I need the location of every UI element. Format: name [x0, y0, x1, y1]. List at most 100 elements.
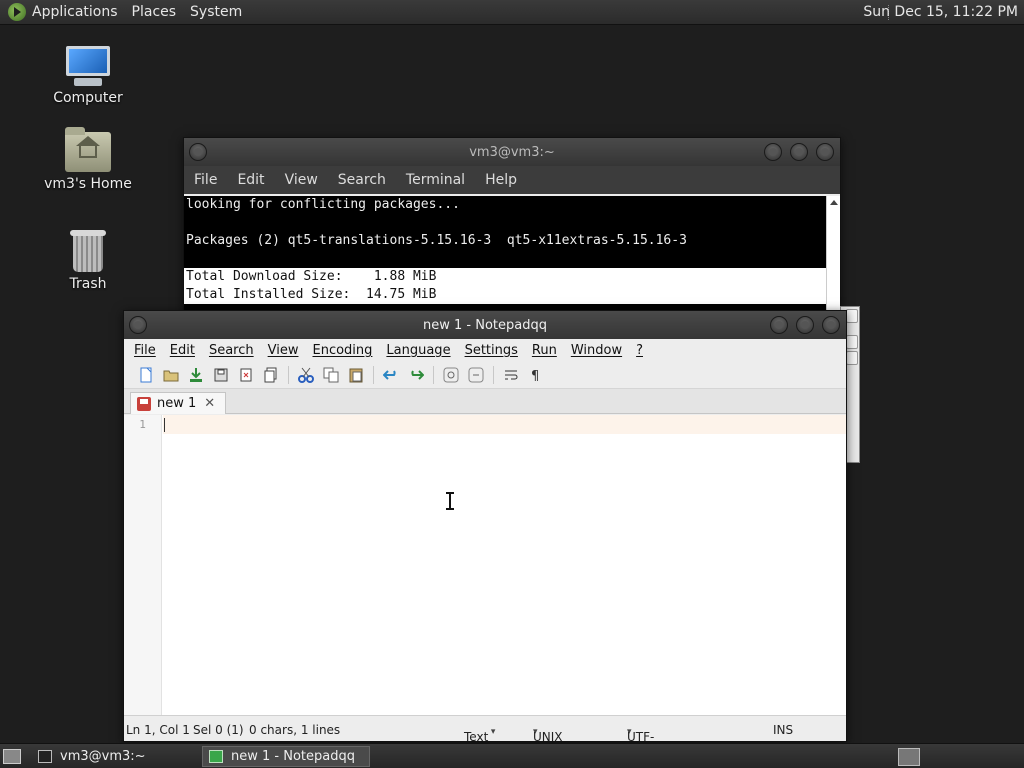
cut-icon[interactable]	[298, 367, 314, 383]
close-button[interactable]	[822, 316, 840, 334]
clock[interactable]: Sun Dec 15, 11:22 PM	[863, 4, 1018, 20]
notepadqq-icon	[209, 750, 223, 763]
menu-view[interactable]: View	[268, 343, 299, 358]
language-selector[interactable]: Text	[464, 723, 495, 744]
menu-search[interactable]: Search	[209, 343, 254, 358]
close-all-icon[interactable]	[263, 367, 279, 383]
taskbar-item-terminal[interactable]: vm3@vm3:~	[32, 746, 198, 767]
save-icon[interactable]	[188, 367, 204, 383]
terminal-window[interactable]: vm3@vm3:~ File Edit View Search Terminal…	[183, 137, 841, 313]
workspace-switcher[interactable]	[898, 748, 920, 766]
new-file-icon[interactable]	[138, 367, 154, 383]
distro-logo-icon[interactable]	[8, 3, 26, 21]
toolbar-separator	[288, 365, 289, 384]
paste-icon[interactable]	[348, 367, 364, 383]
desktop-icon-trash[interactable]: Trash	[38, 230, 138, 292]
menu-help[interactable]: ?	[636, 343, 643, 358]
terminal-menu-edit[interactable]: Edit	[237, 172, 264, 188]
terminal-menu-help[interactable]: Help	[485, 172, 517, 188]
status-selection: Sel 0 (1)	[193, 723, 244, 737]
home-folder-icon	[65, 127, 111, 172]
taskbar-item-notepadqq[interactable]: new 1 - Notepadqq	[202, 746, 370, 767]
terminal-menu-view[interactable]: View	[285, 172, 318, 188]
tab-close-icon[interactable]: ✕	[204, 396, 215, 411]
applications-menu[interactable]: Applications	[32, 4, 118, 20]
terminal-menu-file[interactable]: File	[194, 172, 217, 188]
tab-label: new 1	[157, 396, 197, 411]
terminal-title: vm3@vm3:~	[469, 144, 555, 160]
notepadqq-titlebar[interactable]: new 1 - Notepadqq	[124, 311, 846, 339]
desktop-icon-label: vm3's Home	[44, 176, 132, 192]
places-menu[interactable]: Places	[132, 4, 177, 20]
status-position: Ln 1, Col 1	[126, 723, 190, 737]
system-menu[interactable]: System	[190, 4, 242, 20]
scroll-down-icon[interactable]	[846, 351, 858, 365]
scroll-handle[interactable]	[846, 335, 858, 349]
zoom-out-icon[interactable]	[468, 367, 484, 383]
menu-settings[interactable]: Settings	[465, 343, 518, 358]
maximize-button[interactable]	[790, 143, 808, 161]
close-icon[interactable]	[238, 367, 254, 383]
word-wrap-icon[interactable]	[503, 367, 519, 383]
current-line-highlight	[163, 415, 846, 434]
maximize-button[interactable]	[796, 316, 814, 334]
terminal-line: looking for conflicting packages...	[186, 197, 460, 212]
top-panel: Applications Places System Sun Dec 15, 1…	[0, 0, 1024, 25]
menu-file[interactable]: File	[134, 343, 156, 358]
show-all-characters-icon[interactable]: ¶	[528, 367, 544, 383]
unsaved-file-icon	[137, 396, 151, 411]
terminal-line: Total Download Size: 1.88 MiB	[184, 268, 826, 286]
terminal-line: Packages (2) qt5-translations-5.15.16-3 …	[186, 233, 687, 248]
terminal-output[interactable]: looking for conflicting packages... Pack…	[184, 196, 826, 313]
encoding-selector[interactable]: UTF-8 w/o BOM	[627, 723, 654, 768]
taskbar-item-label: new 1 - Notepadqq	[231, 749, 355, 764]
terminal-icon	[38, 750, 52, 763]
undo-icon[interactable]	[383, 367, 399, 383]
window-menu-button[interactable]	[189, 143, 207, 161]
toolbar-separator	[493, 365, 494, 384]
status-bar: Ln 1, Col 1 Sel 0 (1) 0 chars, 1 lines T…	[124, 715, 846, 768]
status-counts: 0 chars, 1 lines	[249, 723, 341, 737]
bottom-panel: vm3@vm3:~ new 1 - Notepadqq	[0, 743, 1024, 768]
toolbar-separator	[433, 365, 434, 384]
open-file-icon[interactable]	[163, 367, 179, 383]
notepadqq-toolbar: ¶	[124, 361, 846, 389]
copy-icon[interactable]	[323, 367, 339, 383]
scroll-up-icon[interactable]	[846, 309, 858, 323]
minimize-button[interactable]	[770, 316, 788, 334]
eol-selector[interactable]: UNIX / OS X	[533, 723, 563, 768]
terminal-scrollbar[interactable]	[826, 196, 840, 313]
taskbar-item-label: vm3@vm3:~	[60, 749, 146, 764]
terminal-titlebar[interactable]: vm3@vm3:~	[184, 138, 840, 166]
save-all-icon[interactable]	[213, 367, 229, 383]
menu-window[interactable]: Window	[571, 343, 622, 358]
close-button[interactable]	[816, 143, 834, 161]
insert-mode-indicator[interactable]: INS	[773, 723, 793, 737]
menu-edit[interactable]: Edit	[170, 343, 195, 358]
show-desktop-icon[interactable]	[3, 749, 21, 764]
svg-text:¶: ¶	[531, 369, 539, 383]
minimize-button[interactable]	[764, 143, 782, 161]
menu-run[interactable]: Run	[532, 343, 557, 358]
menu-encoding[interactable]: Encoding	[312, 343, 372, 358]
notepadqq-window[interactable]: new 1 - Notepadqq File Edit Search View …	[123, 310, 847, 768]
computer-icon	[64, 46, 112, 86]
menu-language[interactable]: Language	[386, 343, 450, 358]
desktop-icon-home[interactable]: vm3's Home	[38, 127, 138, 192]
desktop-icon-computer[interactable]: Computer	[38, 46, 138, 106]
desktop-icon-label: Computer	[53, 90, 123, 106]
window-menu-button[interactable]	[129, 316, 147, 334]
terminal-line: Total Installed Size: 14.75 MiB	[184, 286, 826, 304]
zoom-in-icon[interactable]	[443, 367, 459, 383]
language-value: Text	[464, 730, 489, 744]
terminal-menu-terminal[interactable]: Terminal	[406, 172, 465, 188]
line-number-gutter: 1	[124, 415, 162, 715]
terminal-menu-search[interactable]: Search	[338, 172, 386, 188]
redo-icon[interactable]	[408, 367, 424, 383]
line-number: 1	[139, 418, 146, 431]
editor-area[interactable]: 1	[124, 415, 846, 715]
tab-new-1[interactable]: new 1 ✕	[130, 392, 226, 414]
trash-icon	[70, 230, 106, 272]
tab-bar: new 1 ✕	[124, 389, 846, 414]
